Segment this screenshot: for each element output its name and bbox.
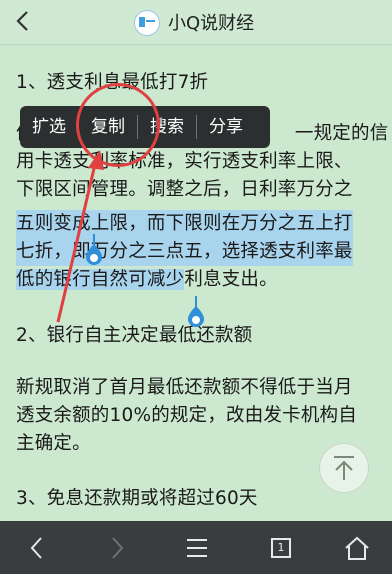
home-icon[interactable] [340,531,374,565]
arrow-up-icon [334,456,354,480]
tabs-count: 1 [271,538,291,558]
tabs-button[interactable]: 1 [262,531,296,565]
scroll-to-top-button[interactable] [319,443,369,493]
browser-bottom-bar: 1 [0,521,392,574]
nav-back-icon[interactable] [20,531,54,565]
nav-forward-icon[interactable] [100,531,134,565]
menu-icon[interactable] [180,531,214,565]
